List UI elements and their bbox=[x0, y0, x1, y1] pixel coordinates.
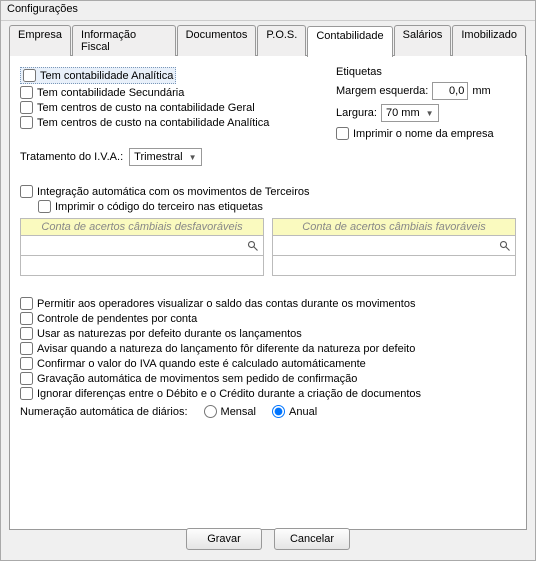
checkbox-analytic[interactable] bbox=[23, 69, 36, 82]
label-width: Largura: bbox=[336, 107, 377, 119]
checkbox-ignore-dc[interactable] bbox=[20, 387, 33, 400]
chevron-down-icon: ▼ bbox=[189, 153, 197, 162]
checkbox-default-naturezas[interactable] bbox=[20, 327, 33, 340]
col-header-fav: Conta de acertos câmbiais favoráveis bbox=[272, 218, 516, 236]
label-monthly: Mensal bbox=[221, 406, 256, 418]
input-fav[interactable] bbox=[272, 256, 516, 276]
tab-pos[interactable]: P.O.S. bbox=[257, 25, 306, 56]
input-margin[interactable]: 0,0 bbox=[432, 82, 468, 100]
checkbox-ccanalytic[interactable] bbox=[20, 116, 33, 129]
label-grav-auto: Gravação automática de movimentos sem pe… bbox=[37, 373, 357, 385]
select-width[interactable]: 70 mm ▼ bbox=[381, 104, 439, 122]
select-iva-value: Trimestral bbox=[134, 151, 182, 163]
label-ignore-dc: Ignorar diferenças entre o Débito e o Cr… bbox=[37, 388, 421, 400]
tab-salarios[interactable]: Salários bbox=[394, 25, 452, 56]
label-print-company: Imprimir o nome da empresa bbox=[353, 128, 494, 140]
label-warn-natureza: Avisar quando a natureza do lançamento f… bbox=[37, 343, 415, 355]
tab-empresa[interactable]: Empresa bbox=[9, 25, 71, 56]
select-width-value: 70 mm bbox=[386, 107, 420, 119]
tab-panel-contabilidade: Tem contabilidade Analítica Tem contabil… bbox=[9, 55, 527, 530]
label-print-third-code: Imprimir o código do terceiro nas etique… bbox=[55, 201, 263, 213]
search-icon[interactable] bbox=[245, 238, 261, 254]
cancel-button[interactable]: Cancelar bbox=[274, 528, 350, 550]
etiquetas-title: Etiquetas bbox=[336, 66, 516, 78]
settings-window: Configurações Empresa Informação Fiscal … bbox=[0, 0, 536, 561]
checkbox-print-third-code[interactable] bbox=[38, 200, 51, 213]
tab-row: Empresa Informação Fiscal Documentos P.O… bbox=[1, 21, 535, 56]
label-iva: Tratamento do I.V.A.: bbox=[20, 151, 123, 163]
label-pending-control: Controle de pendentes por conta bbox=[37, 313, 197, 325]
label-ccanalytic: Tem centros de custo na contabilidade An… bbox=[37, 117, 269, 129]
label-analytic: Tem contabilidade Analítica bbox=[40, 70, 173, 82]
dialog-buttons: Gravar Cancelar bbox=[1, 528, 535, 550]
lookup-fav[interactable] bbox=[272, 236, 516, 256]
checkbox-confirm-iva[interactable] bbox=[20, 357, 33, 370]
label-confirm-iva: Confirmar o valor do IVA quando este é c… bbox=[37, 358, 366, 370]
label-numbering: Numeração automática de diários: bbox=[20, 406, 188, 418]
tab-contabilidade[interactable]: Contabilidade bbox=[307, 26, 392, 57]
label-view-balance: Permitir aos operadores visualizar o sal… bbox=[37, 298, 415, 310]
checkbox-pending-control[interactable] bbox=[20, 312, 33, 325]
checkbox-warn-natureza[interactable] bbox=[20, 342, 33, 355]
checkbox-view-balance[interactable] bbox=[20, 297, 33, 310]
checkbox-ccgeneral[interactable] bbox=[20, 101, 33, 114]
chevron-down-icon: ▼ bbox=[426, 109, 434, 118]
checkbox-secondary[interactable] bbox=[20, 86, 33, 99]
save-button[interactable]: Gravar bbox=[186, 528, 262, 550]
lookup-unfav[interactable] bbox=[20, 236, 264, 256]
tab-documentos[interactable]: Documentos bbox=[177, 25, 257, 56]
window-title: Configurações bbox=[1, 1, 535, 21]
checkbox-grav-auto[interactable] bbox=[20, 372, 33, 385]
tab-informacao-fiscal[interactable]: Informação Fiscal bbox=[72, 25, 176, 56]
tab-imobilizado[interactable]: Imobilizado bbox=[452, 25, 526, 56]
label-yearly: Anual bbox=[289, 406, 317, 418]
search-icon[interactable] bbox=[497, 238, 513, 254]
radio-yearly[interactable] bbox=[272, 405, 285, 418]
select-iva[interactable]: Trimestral ▼ bbox=[129, 148, 201, 166]
col-header-unfav: Conta de acertos câmbiais desfavoráveis bbox=[20, 218, 264, 236]
input-unfav[interactable] bbox=[20, 256, 264, 276]
label-margin-unit: mm bbox=[472, 85, 490, 97]
label-secondary: Tem contabilidade Secundária bbox=[37, 87, 184, 99]
checkbox-print-company[interactable] bbox=[336, 127, 349, 140]
radio-monthly[interactable] bbox=[204, 405, 217, 418]
checkbox-integration[interactable] bbox=[20, 185, 33, 198]
label-integration: Integração automática com os movimentos … bbox=[37, 186, 309, 198]
label-margin: Margem esquerda: bbox=[336, 85, 428, 97]
label-ccgeneral: Tem centros de custo na contabilidade Ge… bbox=[37, 102, 255, 114]
label-default-naturezas: Usar as naturezas por defeito durante os… bbox=[37, 328, 302, 340]
